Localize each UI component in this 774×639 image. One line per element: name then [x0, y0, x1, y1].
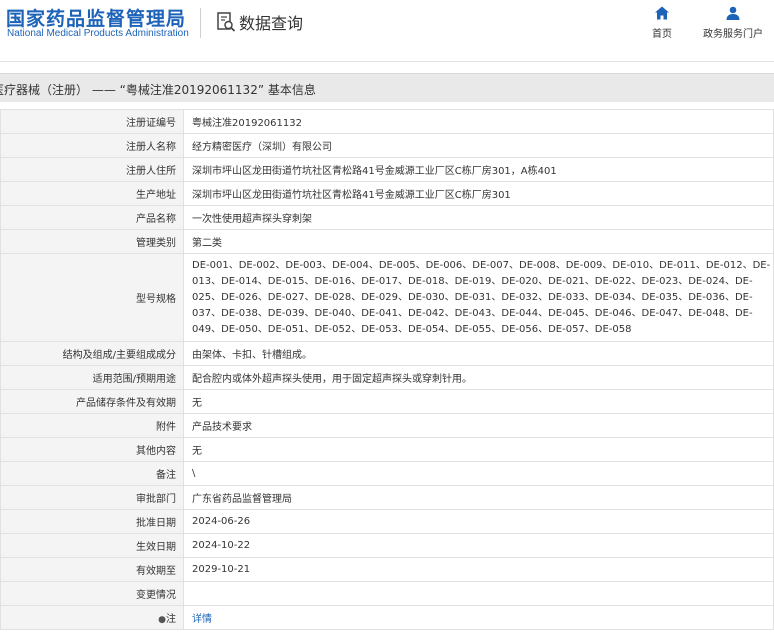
table-row: 产品储存条件及有效期 无 — [0, 389, 774, 414]
field-value: \ — [183, 461, 774, 486]
table-row: 适用范围/预期用途 配合腔内或体外超声探头使用，用于固定超声探头或穿刺针用。 — [0, 365, 774, 390]
field-label-note: ●注 — [0, 605, 184, 630]
field-value: 2029-10-21 — [183, 557, 774, 582]
field-label: 备注 — [0, 461, 184, 486]
field-label: 注册人住所 — [0, 157, 184, 182]
home-icon — [655, 6, 669, 20]
field-label: 适用范围/预期用途 — [0, 365, 184, 390]
table-row: 结构及组成/主要组成成分 由架体、卡扣、针槽组成。 — [0, 341, 774, 366]
data-query-label: 数据查询 — [239, 14, 304, 33]
field-value: 2024-10-22 — [183, 533, 774, 558]
field-value: 无 — [183, 389, 774, 414]
table-row: 变更情况 — [0, 581, 774, 606]
field-label: 管理类别 — [0, 229, 184, 254]
field-value: 无 — [183, 437, 774, 462]
field-value: 一次性使用超声探头穿刺架 — [183, 205, 774, 230]
field-label: 附件 — [0, 413, 184, 438]
field-label: 型号规格 — [0, 253, 184, 342]
field-label: 产品名称 — [0, 205, 184, 230]
field-value: 第二类 — [183, 229, 774, 254]
user-icon — [726, 6, 740, 20]
field-value: 粤械注准20192061132 — [183, 109, 774, 134]
field-label: 生产地址 — [0, 181, 184, 206]
document-search-icon — [217, 12, 236, 32]
field-label: 变更情况 — [0, 581, 184, 606]
table-row: 产品名称 一次性使用超声探头穿刺架 — [0, 205, 774, 230]
table-row: 其他内容 无 — [0, 437, 774, 462]
table-row: 生产地址 深圳市坪山区龙田街道竹坑社区青松路41号金威源工业厂区C栋厂房301 — [0, 181, 774, 206]
field-value: 产品技术要求 — [183, 413, 774, 438]
table-row: 备注 \ — [0, 461, 774, 486]
field-value — [183, 581, 774, 606]
site-header: 国家药品监督管理局 National Medical Products Admi… — [0, 0, 774, 62]
field-label: 注册证编号 — [0, 109, 184, 134]
table-row: 型号规格 DE-001、DE-002、DE-003、DE-004、DE-005、… — [0, 253, 774, 342]
field-value: 2024-06-26 — [183, 509, 774, 534]
table-row: 注册人住所 深圳市坪山区龙田街道竹坑社区青松路41号金威源工业厂区C栋厂房301… — [0, 157, 774, 182]
field-label: 注 — [166, 614, 176, 625]
details-link[interactable]: 详情 — [192, 614, 212, 625]
table-row: ●注 详情 — [0, 605, 774, 630]
site-logo-en[interactable]: National Medical Products Administration — [7, 28, 189, 39]
data-query-link[interactable]: 数据查询 — [216, 10, 303, 34]
field-label: 产品储存条件及有效期 — [0, 389, 184, 414]
field-label: 结构及组成/主要组成成分 — [0, 341, 184, 366]
field-label: 生效日期 — [0, 533, 184, 558]
field-label: 注册人名称 — [0, 133, 184, 158]
field-label: 批准日期 — [0, 509, 184, 534]
header-divider-line — [0, 61, 774, 62]
field-label: 审批部门 — [0, 485, 184, 510]
table-row: 管理类别 第二类 — [0, 229, 774, 254]
pin-icon: ● — [158, 615, 166, 625]
table-row: 附件 产品技术要求 — [0, 413, 774, 438]
nav-service-portal[interactable]: 政务服务门户 — [700, 4, 766, 40]
field-value: 深圳市坪山区龙田街道竹坑社区青松路41号金威源工业厂区C栋厂房301 — [183, 181, 774, 206]
model-spec-value: DE-001、DE-002、DE-003、DE-004、DE-005、DE-00… — [183, 253, 774, 342]
field-value: 经方精密医疗（深圳）有限公司 — [183, 133, 774, 158]
table-row: 注册人名称 经方精密医疗（深圳）有限公司 — [0, 133, 774, 158]
table-row: 注册证编号 粤械注准20192061132 — [0, 109, 774, 134]
field-label: 有效期至 — [0, 557, 184, 582]
table-row: 批准日期 2024-06-26 — [0, 509, 774, 534]
field-label: 其他内容 — [0, 437, 184, 462]
field-value: 深圳市坪山区龙田街道竹坑社区青松路41号金威源工业厂区C栋厂房301，A栋401 — [183, 157, 774, 182]
field-value: 由架体、卡扣、针槽组成。 — [183, 341, 774, 366]
table-row: 生效日期 2024-10-22 — [0, 533, 774, 558]
site-logo-cn[interactable]: 国家药品监督管理局 — [6, 4, 186, 31]
nav-service-portal-label: 政务服务门户 — [703, 29, 763, 40]
field-value: 详情 — [183, 605, 774, 630]
record-title-bar: 医疗器械（注册） —— “粤械注准20192061132” 基本信息 — [0, 73, 774, 102]
nav-home-label: 首页 — [652, 29, 672, 40]
field-value: 配合腔内或体外超声探头使用，用于固定超声探头或穿刺针用。 — [183, 365, 774, 390]
nav-home[interactable]: 首页 — [646, 4, 678, 40]
table-row: 审批部门 广东省药品监督管理局 — [0, 485, 774, 510]
table-row: 有效期至 2029-10-21 — [0, 557, 774, 582]
field-value: 广东省药品监督管理局 — [183, 485, 774, 510]
header-divider — [200, 8, 201, 38]
registration-info-table: 注册证编号 粤械注准20192061132 注册人名称 经方精密医疗（深圳）有限… — [0, 109, 774, 630]
record-title: 医疗器械（注册） —— “粤械注准20192061132” 基本信息 — [0, 83, 316, 97]
